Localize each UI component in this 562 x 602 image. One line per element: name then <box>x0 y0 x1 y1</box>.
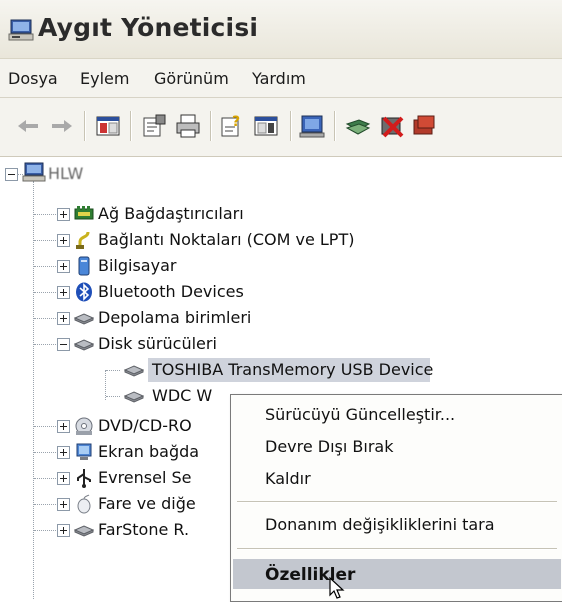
mouse-icon <box>77 494 91 514</box>
menu-yardim[interactable]: Yardım <box>252 69 306 88</box>
tree-item-network-adapters[interactable]: Ağ Bağdaştırıcıları <box>0 201 562 227</box>
toolbar-separator <box>290 111 292 141</box>
tree-guide-line <box>106 396 120 397</box>
forward-arrow-icon[interactable] <box>48 112 76 140</box>
display-adapter-icon <box>76 443 92 460</box>
tree-item-computer[interactable]: Bilgisayar <box>0 253 562 279</box>
tree-item-label: Disk sürücüleri <box>98 334 217 353</box>
expand-button[interactable] <box>57 524 70 537</box>
tree-guide-line <box>34 530 56 531</box>
menu-item-update-driver[interactable]: Sürücüyü Güncelleştir... <box>265 405 455 424</box>
usb-icon <box>77 469 91 488</box>
cdrom-icon <box>75 417 93 435</box>
port-icon <box>76 231 90 249</box>
expand-button[interactable] <box>57 420 70 433</box>
svg-text:?: ? <box>232 114 240 130</box>
back-arrow-icon[interactable] <box>14 112 42 140</box>
device-manager-icon <box>8 19 34 41</box>
collapse-button[interactable] <box>57 338 70 351</box>
menu-dosya[interactable]: Dosya <box>8 69 58 88</box>
menu-item-scan-hardware[interactable]: Donanım değişikliklerini tara <box>265 515 495 534</box>
console-tree-icon[interactable] <box>94 112 122 140</box>
tree-guide-line <box>34 344 56 345</box>
tree-item-label: Bağlantı Noktaları (COM ve LPT) <box>98 230 355 249</box>
tree-guide-line <box>34 426 56 427</box>
tree-item-label: Ekran bağda <box>98 442 200 461</box>
expand-button[interactable] <box>57 312 70 325</box>
tree-item-label: Evrensel Se <box>98 468 192 487</box>
tree-guide-line <box>106 370 120 371</box>
print-icon[interactable] <box>174 112 202 140</box>
menu-eylem[interactable]: Eylem <box>80 69 129 88</box>
expand-button[interactable] <box>57 498 70 511</box>
tree-guide-line <box>34 318 56 319</box>
tree-item-label: DVD/CD-RO <box>98 416 192 435</box>
disable-icon[interactable] <box>410 112 438 140</box>
context-menu: Sürücüyü Güncelleştir... Devre Dışı Bıra… <box>230 394 562 602</box>
tree-guide-line <box>34 214 56 215</box>
disk-drive-icon <box>124 365 144 377</box>
toolbar-separator <box>130 111 132 141</box>
tree-guide-line <box>34 240 56 241</box>
scan-hardware-icon[interactable] <box>298 112 326 140</box>
menu-gorunum[interactable]: Görünüm <box>154 69 229 88</box>
toolbar-separator <box>84 111 86 141</box>
tree-guide-line <box>34 478 56 479</box>
bluetooth-icon <box>76 282 92 302</box>
tree-item-label: Fare ve diğe <box>98 494 196 513</box>
computer-icon <box>22 162 46 182</box>
disk-drive-icon <box>124 391 144 403</box>
disk-drive-icon <box>74 339 94 351</box>
expand-button[interactable] <box>57 260 70 273</box>
menu-separator <box>237 548 557 550</box>
toolbar: ? <box>0 98 562 157</box>
help-icon[interactable]: ? <box>218 112 246 140</box>
menu-item-disable[interactable]: Devre Dışı Bırak <box>265 437 394 456</box>
expand-button[interactable] <box>57 446 70 459</box>
tree-item-disk-drives[interactable]: Disk sürücüleri <box>0 331 562 357</box>
tree-item-label: Bilgisayar <box>98 256 177 275</box>
toolbar-separator <box>334 111 336 141</box>
tree-item-label: WDC W <box>152 386 213 405</box>
tree-item-storage[interactable]: Depolama birimleri <box>0 305 562 331</box>
window-title: Aygıt Yöneticisi <box>38 13 259 42</box>
tree-guide-line <box>34 452 56 453</box>
expand-button[interactable] <box>57 208 70 221</box>
title-bar: Aygıt Yöneticisi <box>0 0 562 59</box>
disk-drive-icon <box>74 525 94 537</box>
tree-item-toshiba[interactable]: TOSHIBA TransMemory USB Device <box>0 357 562 383</box>
storage-icon <box>74 313 94 325</box>
mouse-cursor-icon <box>329 577 345 599</box>
expand-button[interactable] <box>57 286 70 299</box>
toolbar-separator <box>210 111 212 141</box>
network-adapter-icon <box>74 206 94 220</box>
tree-item-label: Ağ Bağdaştırıcıları <box>98 204 244 223</box>
tree-root-label: HLW <box>48 164 84 183</box>
tree-item-ports[interactable]: Bağlantı Noktaları (COM ve LPT) <box>0 227 562 253</box>
menu-separator <box>237 501 557 503</box>
tree-item-label: TOSHIBA TransMemory USB Device <box>152 360 434 379</box>
uninstall-icon[interactable] <box>378 112 406 140</box>
properties-icon[interactable] <box>140 112 168 140</box>
menu-bar: Dosya Eylem Görünüm Yardım <box>0 59 562 98</box>
tree-item-label: Bluetooth Devices <box>98 282 244 301</box>
tree-guide-line <box>34 266 56 267</box>
tree-item-label: FarStone R. <box>98 520 190 539</box>
expand-button[interactable] <box>57 234 70 247</box>
view-icon[interactable] <box>252 112 280 140</box>
tree-guide-line <box>34 504 56 505</box>
tree-item-label: Depolama birimleri <box>98 308 252 327</box>
tree-root[interactable]: HLW <box>0 161 562 187</box>
computer-icon <box>78 256 90 276</box>
tree-item-bluetooth[interactable]: Bluetooth Devices <box>0 279 562 305</box>
menu-item-uninstall[interactable]: Kaldır <box>265 469 311 488</box>
expand-button[interactable] <box>57 472 70 485</box>
tree-guide-line <box>34 292 56 293</box>
update-driver-icon[interactable] <box>344 112 372 140</box>
